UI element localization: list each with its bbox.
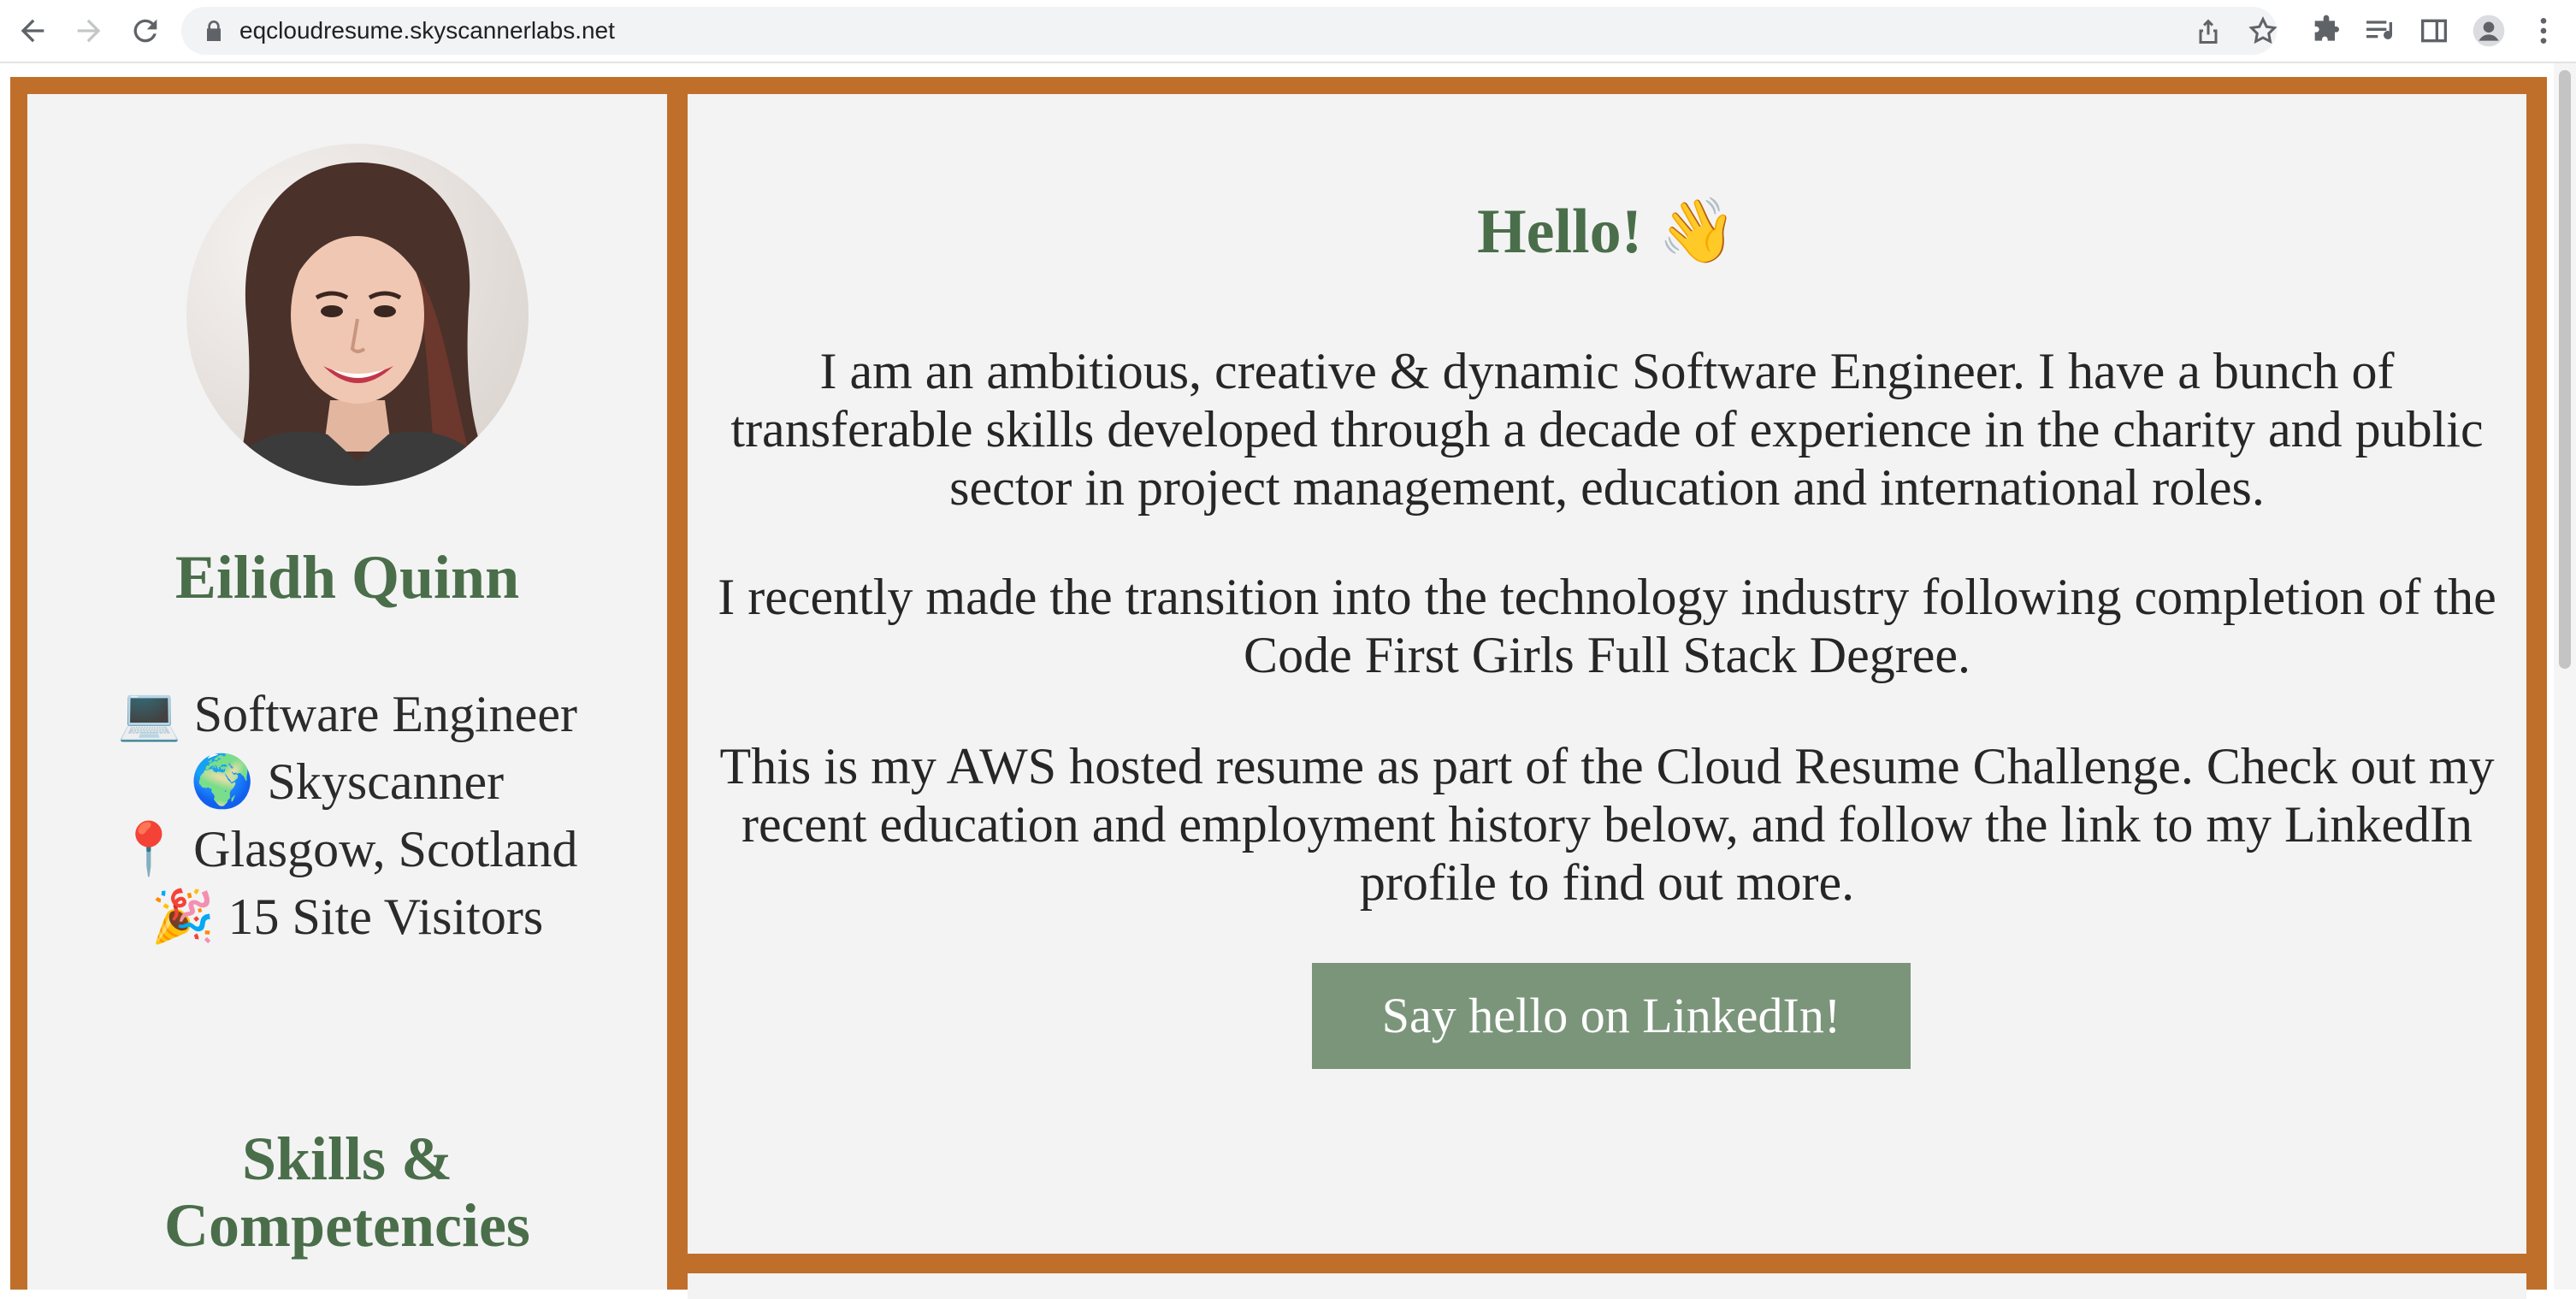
profile-name: Eilidh Quinn: [174, 543, 520, 611]
location-text: 📍 Glasgow, Scotland: [116, 821, 578, 877]
menu-icon[interactable]: [2526, 14, 2561, 48]
browser-toolbar: eqcloudresume.skyscannerlabs.net: [0, 0, 2576, 63]
visitor-count: 🎉 15 Site Visitors: [151, 889, 544, 945]
url-text[interactable]: eqcloudresume.skyscannerlabs.net: [239, 7, 615, 55]
reading-list-icon[interactable]: [2362, 14, 2396, 48]
intro-paragraph-3: This is my AWS hosted resume as part of …: [719, 738, 2495, 911]
intro-paragraph-2: I recently made the transition into the …: [718, 569, 2496, 683]
profile-sidebar: Eilidh Quinn 💻 Software Engineer 🌍 Skysc…: [27, 94, 667, 1290]
reload-icon[interactable]: [128, 14, 162, 48]
share-icon[interactable]: [2193, 15, 2224, 46]
company-text: 🌍 Skyscanner: [190, 753, 505, 810]
scrollbar-thumb[interactable]: [2559, 70, 2571, 669]
resume-page: Eilidh Quinn 💻 Software Engineer 🌍 Skysc…: [10, 77, 2547, 1299]
role-text: 💻 Software Engineer: [117, 686, 577, 742]
back-icon[interactable]: [15, 14, 50, 48]
skills-heading-line1: Skills &: [241, 1125, 453, 1193]
forward-icon[interactable]: [72, 14, 106, 48]
page-scrollbar[interactable]: [2554, 63, 2576, 1290]
intro-paragraph-1: I am an ambitious, creative & dynamic So…: [730, 343, 2484, 516]
lock-icon[interactable]: [200, 15, 227, 46]
skills-heading: Skills & Competencies: [27, 1125, 667, 1259]
extensions-icon[interactable]: [2309, 14, 2343, 48]
next-section-panel: [688, 1273, 2526, 1299]
side-panel-icon[interactable]: [2417, 14, 2451, 48]
profile-icon[interactable]: [2472, 14, 2506, 48]
star-icon[interactable]: [2248, 15, 2278, 46]
profile-info: 💻 Software Engineer 🌍 Skyscanner 📍 Glasg…: [27, 681, 667, 951]
linkedin-button[interactable]: Say hello on LinkedIn!: [1312, 963, 1911, 1069]
hello-heading: Hello! 👋: [1477, 197, 1737, 267]
address-bar[interactable]: eqcloudresume.skyscannerlabs.net: [181, 7, 2278, 55]
skills-heading-line2: Competencies: [164, 1191, 530, 1260]
intro-panel: Hello! 👋 I am an ambitious, creative & d…: [688, 94, 2526, 1254]
avatar: [186, 144, 529, 486]
